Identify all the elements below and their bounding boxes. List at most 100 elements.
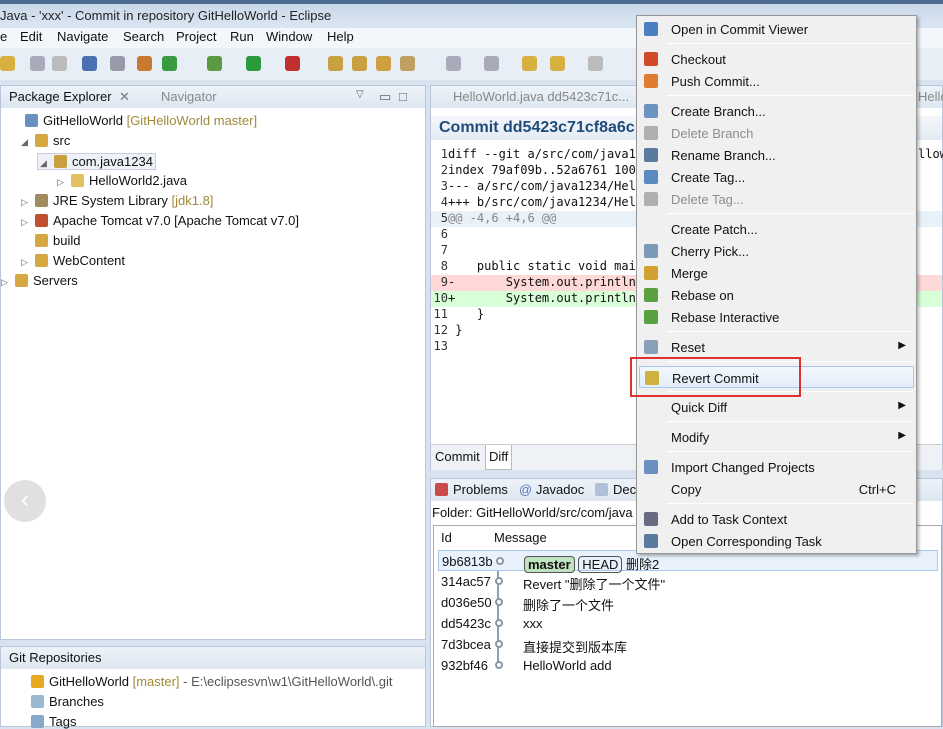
table-row[interactable]: 932bf46 HelloWorld add: [438, 655, 938, 676]
toolbar-button[interactable]: [0, 56, 15, 71]
expand-toggle[interactable]: ▷: [21, 217, 35, 228]
menu-item-push-commit[interactable]: Push Commit...: [639, 70, 914, 92]
toolbar-button[interactable]: [484, 56, 499, 71]
tab-helloworld-java[interactable]: HelloWorld.java dd5423c71c...: [453, 89, 629, 104]
toolbar-button[interactable]: [30, 56, 45, 71]
menu-item-import-changed-projects[interactable]: Import Changed Projects: [639, 456, 914, 478]
menu-item-quick-diff[interactable]: Quick Diff ▶: [639, 396, 914, 418]
tab-hello[interactable]: Hello: [918, 89, 943, 104]
toolbar-button[interactable]: [82, 56, 97, 71]
tab-problems[interactable]: Problems: [435, 482, 508, 497]
line-text: + System.out.println(: [448, 291, 644, 305]
menu-item-rebase-on[interactable]: Rebase on: [639, 284, 914, 306]
menu-item-open-in-commit-viewer[interactable]: Open in Commit Viewer: [639, 18, 914, 40]
menu-item-copy[interactable]: Copy Ctrl+C: [639, 478, 914, 500]
tree-item[interactable]: ◢ com.java1234: [37, 153, 156, 170]
table-row[interactable]: 314ac57 Revert "删除了一个文件": [438, 571, 938, 592]
menu-help[interactable]: Help: [327, 29, 354, 44]
table-row[interactable]: dd5423c xxx: [438, 613, 938, 634]
tree-item[interactable]: build: [21, 233, 80, 248]
menu-edit[interactable]: Edit: [20, 29, 42, 44]
menu-item-delete-branch[interactable]: Delete Branch: [639, 122, 914, 144]
toolbar-button[interactable]: [446, 56, 461, 71]
toolbar-button[interactable]: [522, 56, 537, 71]
commit-node-icon: [496, 557, 504, 565]
menu-item-label: Push Commit...: [671, 74, 760, 89]
branches-node[interactable]: Branches: [31, 694, 104, 709]
toolbar-button[interactable]: [400, 56, 415, 71]
toolbar-button[interactable]: [352, 56, 367, 71]
expand-toggle[interactable]: ▷: [57, 177, 71, 188]
close-icon[interactable]: ✕: [119, 89, 130, 105]
toolbar-button[interactable]: [328, 56, 343, 71]
delete-icon: [644, 192, 658, 206]
tree-item[interactable]: ▷ JRE System Library [jdk1.8]: [21, 193, 213, 208]
menu-item-create-branch[interactable]: Create Branch...: [639, 100, 914, 122]
menu-search[interactable]: Search: [123, 29, 164, 44]
diff-line: 3--- a/src/com/java1234/Hell: [431, 179, 644, 195]
toolbar-button[interactable]: [246, 56, 261, 71]
toolbar-button[interactable]: [137, 56, 152, 71]
menu-item-label: Create Tag...: [671, 170, 746, 185]
back-button[interactable]: ‹: [4, 480, 46, 522]
tab-commit[interactable]: Commit: [435, 449, 480, 464]
menu-item-reset[interactable]: Reset ▶: [639, 336, 914, 358]
menu-item-cherry-pick[interactable]: Cherry Pick...: [639, 240, 914, 262]
tree-item[interactable]: ▷ WebContent: [21, 253, 125, 268]
tree-item[interactable]: ◢ src: [21, 133, 70, 148]
tree-item[interactable]: GitHelloWorld [GitHelloWorld master]: [11, 113, 257, 128]
toolbar-button[interactable]: [550, 56, 565, 71]
menu-item-label: Copy: [671, 482, 702, 497]
expand-toggle[interactable]: ▷: [1, 277, 15, 288]
push-icon: [644, 74, 658, 88]
line-number: 10: [433, 291, 448, 305]
toolbar-button[interactable]: [162, 56, 177, 71]
tab-javadoc[interactable]: @ Javadoc: [519, 482, 584, 497]
menu-project[interactable]: Project: [176, 29, 216, 44]
tree-item[interactable]: ▷ Apache Tomcat v7.0 [Apache Tomcat v7.0]: [21, 213, 299, 228]
repo-node[interactable]: GitHelloWorld [master] - E:\eclipsesvn\w…: [31, 674, 392, 689]
diff-line: 8 public static void main: [431, 259, 643, 275]
menu-item-rename-branch[interactable]: Rename Branch...: [639, 144, 914, 166]
line-text: --- a/src/com/java1234/Hell: [448, 179, 644, 193]
menu-item-delete-tag[interactable]: Delete Tag...: [639, 188, 914, 210]
menu-item-label: Delete Tag...: [671, 192, 744, 207]
column-header-message[interactable]: Message: [494, 530, 547, 545]
toolbar-button[interactable]: [110, 56, 125, 71]
expand-toggle[interactable]: ▷: [21, 197, 35, 208]
menu-item-rebase-interactive[interactable]: Rebase Interactive: [639, 306, 914, 328]
menu-item-checkout[interactable]: Checkout: [639, 48, 914, 70]
toolbar-button[interactable]: [52, 56, 67, 71]
minimize-icon[interactable]: ▭: [379, 89, 391, 105]
menu-run[interactable]: Run: [230, 29, 254, 44]
tab-declaration[interactable]: Dec: [595, 482, 636, 497]
maximize-icon[interactable]: □: [399, 89, 407, 104]
menu-item-open-corresponding-task[interactable]: Open Corresponding Task: [639, 530, 914, 552]
column-header-id[interactable]: Id: [441, 530, 452, 545]
tree-item[interactable]: ▷ Servers: [1, 273, 78, 288]
table-row[interactable]: d036e50 删除了一个文件: [438, 592, 938, 613]
menu-item-create-tag[interactable]: Create Tag...: [639, 166, 914, 188]
expand-toggle[interactable]: ◢: [21, 137, 35, 148]
menu-window[interactable]: Window: [266, 29, 312, 44]
toolbar-button[interactable]: [285, 56, 300, 71]
line-number: 4: [440, 195, 448, 209]
tab-diff[interactable]: Diff: [485, 445, 513, 470]
menu-item-add-to-task-context[interactable]: Add to Task Context: [639, 508, 914, 530]
menu-navigate[interactable]: Navigate: [57, 29, 108, 44]
expand-toggle[interactable]: ◢: [40, 158, 54, 169]
menu-e[interactable]: e: [0, 29, 7, 44]
view-menu-icon[interactable]: ▽: [356, 89, 364, 100]
toolbar-button[interactable]: [207, 56, 222, 71]
table-row[interactable]: 7d3bcea 直接提交到版本库: [438, 634, 938, 655]
tree-item[interactable]: ▷ HelloWorld2.java: [57, 173, 187, 188]
menu-item-create-patch[interactable]: Create Patch...: [639, 218, 914, 240]
toolbar-button[interactable]: [376, 56, 391, 71]
toolbar-button[interactable]: [588, 56, 603, 71]
expand-toggle[interactable]: ▷: [21, 257, 35, 268]
tab-git-repositories[interactable]: Git Repositories: [9, 650, 101, 665]
tab-package-explorer[interactable]: Package Explorer: [9, 89, 112, 104]
menu-item-merge[interactable]: Merge: [639, 262, 914, 284]
tab-navigator[interactable]: Navigator: [161, 89, 217, 104]
menu-item-modify[interactable]: Modify ▶: [639, 426, 914, 448]
